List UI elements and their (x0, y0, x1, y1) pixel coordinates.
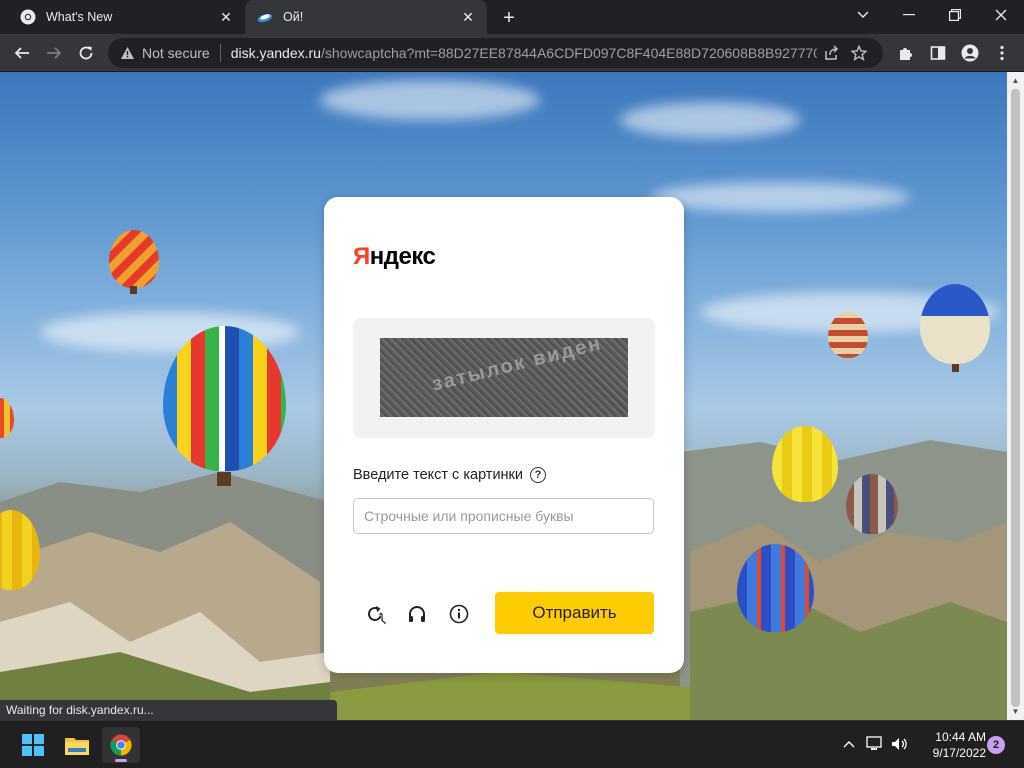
close-tab-icon[interactable]: ✕ (459, 8, 477, 26)
help-question-icon[interactable]: ? (530, 467, 546, 483)
profile-avatar-icon[interactable] (956, 39, 984, 67)
scroll-down-arrow-icon[interactable]: ▼ (1007, 703, 1024, 720)
active-app-indicator (115, 759, 127, 762)
hot-air-balloon (737, 544, 814, 632)
show-hidden-icons-chevron-icon[interactable] (838, 733, 860, 755)
url-text[interactable]: disk.yandex.ru/showcaptcha?mt=88D27EE878… (231, 45, 817, 61)
forward-button[interactable] (40, 39, 68, 67)
tab-search-icon[interactable] (840, 0, 886, 30)
hot-air-balloon (846, 474, 898, 534)
submit-button[interactable]: Отправить (495, 592, 654, 634)
close-window-button[interactable] (978, 0, 1024, 30)
start-windows-icon[interactable] (14, 727, 52, 763)
balloon-basket (217, 472, 231, 486)
info-icon[interactable] (446, 601, 472, 627)
scroll-up-arrow-icon[interactable]: ▲ (1007, 72, 1024, 89)
tab-oi[interactable]: Ой! ✕ (245, 0, 487, 34)
side-panel-icon[interactable] (924, 39, 952, 67)
scrollbar-thumb[interactable] (1011, 89, 1020, 707)
tab-whats-new[interactable]: What's New ✕ (8, 0, 245, 34)
captcha-label-text: Введите текст с картинки (353, 467, 523, 483)
url-host: disk.yandex.ru (230, 45, 321, 61)
captcha-label: Введите текст с картинки ? (353, 467, 546, 483)
warning-icon[interactable] (118, 46, 136, 60)
close-tab-icon[interactable]: ✕ (217, 8, 235, 26)
clock-time: 10:44 AM (935, 730, 986, 744)
audio-headphones-icon[interactable] (404, 601, 430, 627)
background-cloud (650, 182, 910, 212)
chrome-menu-icon[interactable] (988, 39, 1016, 67)
captcha-input[interactable] (353, 498, 654, 534)
url-path: /showcaptcha?mt=88D27EE87844A6CDFD097C8F… (320, 45, 817, 61)
status-bubble: Waiting for disk.yandex.ru... (0, 700, 337, 720)
page-scrollbar[interactable]: ▲ ▼ (1007, 72, 1024, 720)
back-button[interactable] (8, 39, 36, 67)
reload-button[interactable] (72, 39, 100, 67)
divider (219, 44, 221, 62)
bookmark-star-icon[interactable] (845, 45, 873, 61)
hot-air-balloon (109, 230, 159, 288)
volume-icon[interactable] (889, 733, 911, 755)
system-clock[interactable]: 10:44 AM 9/17/2022 (914, 729, 986, 761)
security-label[interactable]: Not secure (142, 45, 210, 61)
tab-strip: What's New ✕ Ой! ✕ + (0, 0, 1024, 34)
extensions-puzzle-icon[interactable] (892, 39, 920, 67)
restore-button[interactable] (932, 0, 978, 30)
captcha-image-container: затылок виден (353, 318, 655, 438)
network-icon[interactable] (864, 733, 886, 755)
new-tab-button[interactable]: + (498, 7, 520, 29)
tab-title: Ой! (283, 10, 304, 24)
hot-air-balloon (920, 284, 990, 364)
file-explorer-icon[interactable] (58, 727, 96, 763)
background-cloud (320, 80, 540, 120)
chrome-taskbar-icon[interactable] (102, 727, 140, 763)
clock-date: 9/17/2022 (932, 746, 986, 760)
captcha-image: затылок виден (380, 338, 628, 417)
browser-toolbar: Not secure disk.yandex.ru/showcaptcha?mt… (0, 34, 1024, 72)
background-cloud (620, 102, 800, 138)
refresh-captcha-icon[interactable] (362, 601, 388, 627)
yandex-disk-favicon-icon (257, 9, 273, 25)
notification-badge[interactable]: 2 (987, 736, 1005, 754)
captcha-distorted-text: затылок виден (429, 338, 605, 396)
hot-air-balloon (828, 312, 868, 358)
chrome-favicon-icon (20, 9, 36, 25)
hot-air-balloon (163, 326, 286, 471)
minimize-button[interactable] (886, 0, 932, 30)
balloon-basket (130, 286, 137, 294)
windows-taskbar: 10:44 AM 9/17/2022 2 (0, 720, 1024, 768)
tab-title: What's New (46, 10, 113, 24)
balloon-basket (952, 364, 959, 372)
share-icon[interactable] (817, 45, 845, 61)
yandex-logo: Яндекс (353, 243, 436, 270)
address-bar[interactable]: Not secure disk.yandex.ru/showcaptcha?mt… (108, 38, 883, 68)
captcha-card: Яндекс затылок виден Введите текст с кар… (324, 197, 684, 673)
hot-air-balloon (772, 426, 838, 502)
